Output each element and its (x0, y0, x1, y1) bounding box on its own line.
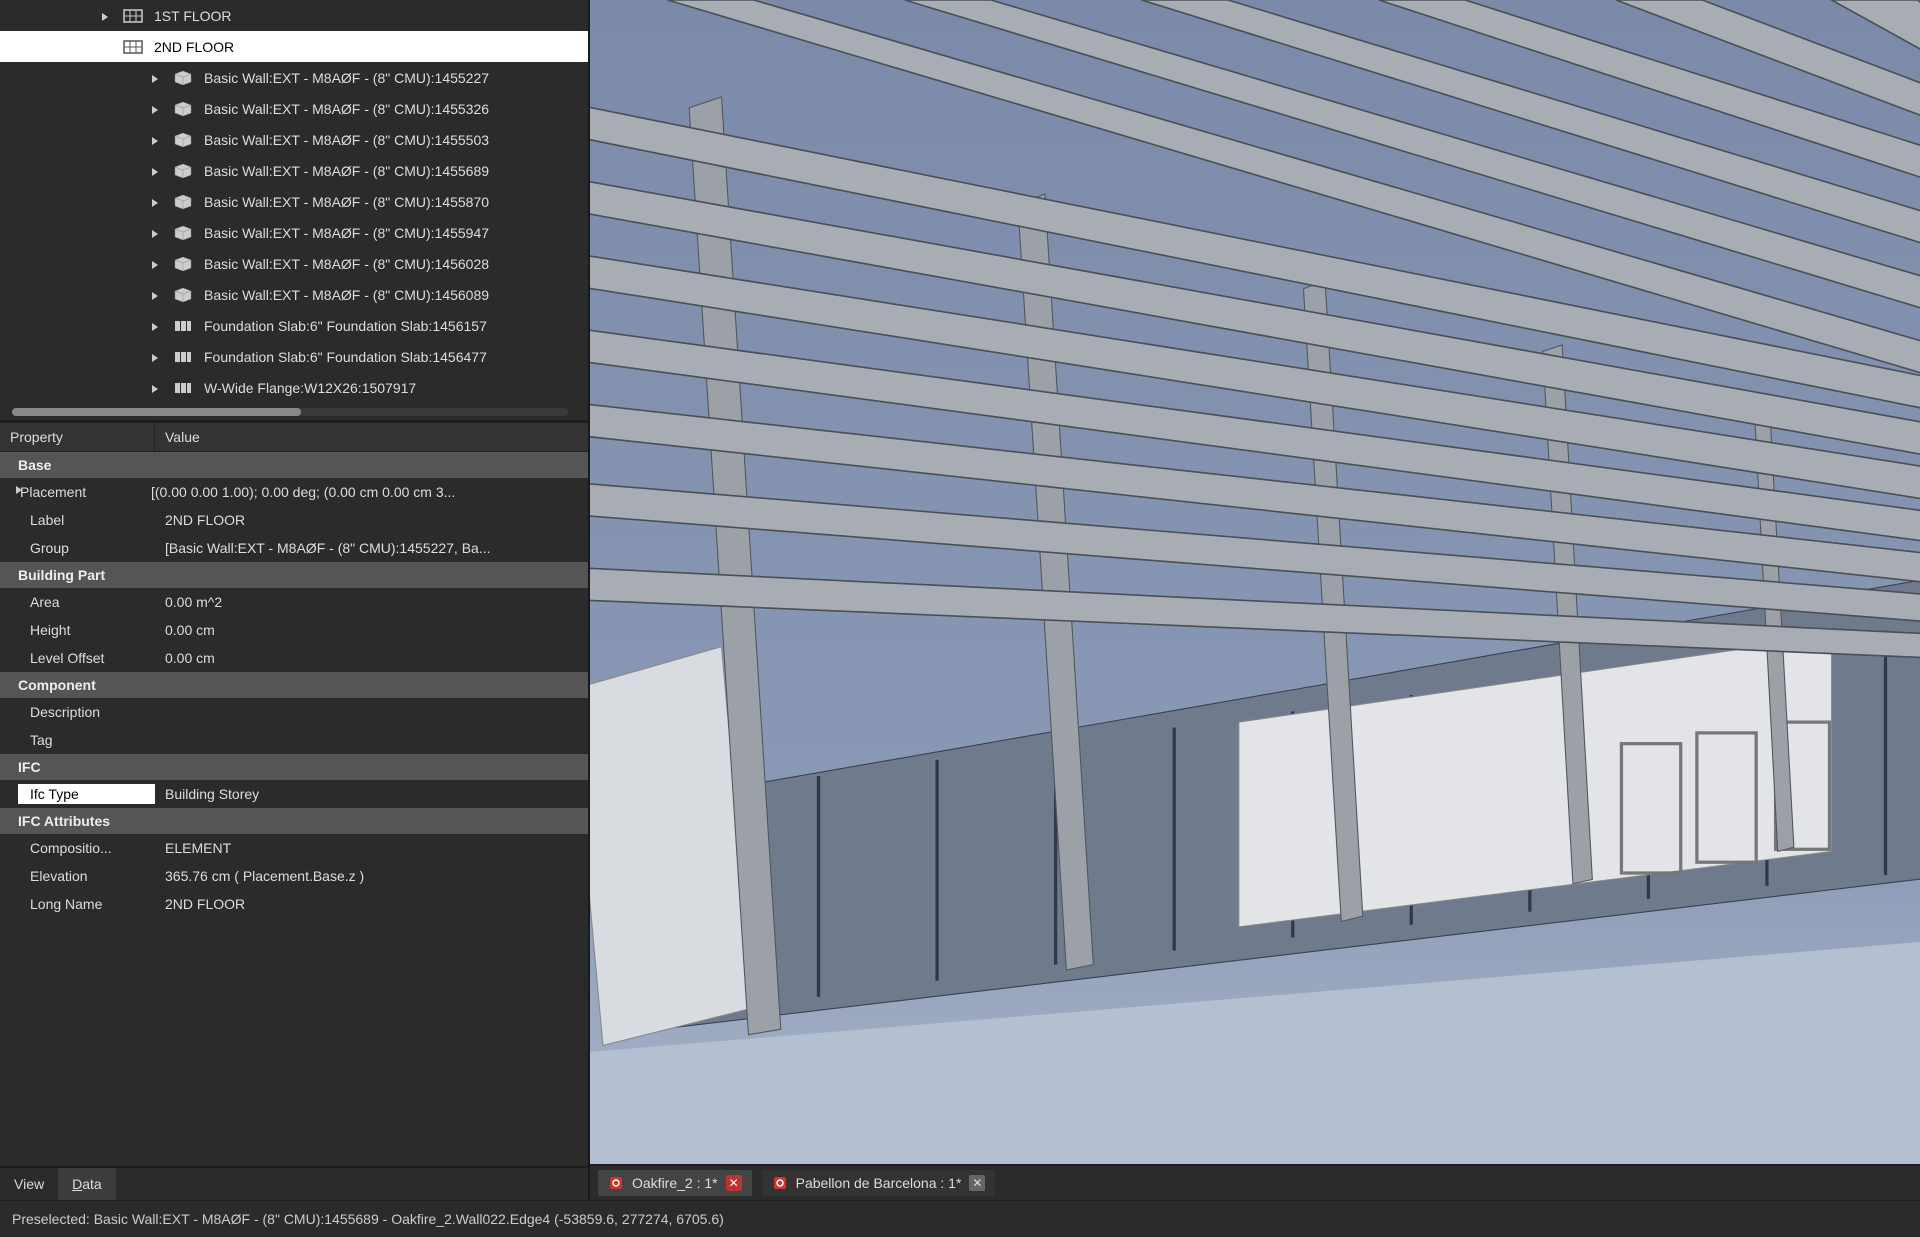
property-header: Property Value (0, 423, 588, 452)
tree-label: 2ND FLOOR (154, 39, 234, 55)
tree-label: Basic Wall:EXT - M8AØF - (8" CMU):145594… (204, 225, 489, 241)
expand-arrow-icon[interactable] (100, 40, 114, 54)
prop-level-offset[interactable]: Level Offset0.00 cm (0, 644, 588, 672)
tree-item-element[interactable]: Basic Wall:EXT - M8AØF - (8" CMU):145522… (0, 62, 588, 93)
tree-item-element[interactable]: Basic Wall:EXT - M8AØF - (8" CMU):145594… (0, 217, 588, 248)
wall-icon (172, 255, 194, 273)
tree-label: Basic Wall:EXT - M8AØF - (8" CMU):145568… (204, 163, 489, 179)
tree-label: Basic Wall:EXT - M8AØF - (8" CMU):145550… (204, 132, 489, 148)
tree-item-element[interactable]: Foundation Slab:6" Foundation Slab:14564… (0, 341, 588, 372)
expand-arrow-icon[interactable] (150, 257, 164, 271)
panel-tabs: View Data (0, 1166, 588, 1200)
tree-item-element[interactable]: Basic Wall:EXT - M8AØF - (8" CMU):145568… (0, 155, 588, 186)
tree-item-element[interactable]: Foundation Slab:6" Foundation Slab:14561… (0, 310, 588, 341)
wall-icon (172, 100, 194, 118)
3d-viewport[interactable] (590, 0, 1920, 1164)
prop-height[interactable]: Height0.00 cm (0, 616, 588, 644)
wall-icon (172, 131, 194, 149)
horizontal-scrollbar[interactable] (12, 408, 568, 416)
tree-label: W-Wide Flange:W12X26:1507917 (204, 380, 416, 396)
level-icon (122, 38, 144, 56)
status-bar: Preselected: Basic Wall:EXT - M8AØF - (8… (0, 1200, 1920, 1237)
tree-item-element[interactable]: Basic Wall:EXT - M8AØF - (8" CMU):145602… (0, 248, 588, 279)
tree-item-element[interactable]: Basic Wall:EXT - M8AØF - (8" CMU):145532… (0, 93, 588, 124)
prop-label[interactable]: Label2ND FLOOR (0, 506, 588, 534)
expand-arrow-icon[interactable] (150, 226, 164, 240)
wall-icon (172, 224, 194, 242)
tree-label: Foundation Slab:6" Foundation Slab:14564… (204, 349, 487, 365)
wall-icon (172, 286, 194, 304)
expand-arrow-icon[interactable] (0, 482, 14, 502)
group-building-part[interactable]: Building Part (0, 562, 588, 588)
status-text: Preselected: Basic Wall:EXT - M8AØF - (8… (12, 1211, 724, 1227)
group-component[interactable]: Component (0, 672, 588, 698)
tree-item-element[interactable]: W-Wide Flange:W12X26:1507917 (0, 372, 588, 403)
expand-arrow-icon[interactable] (150, 102, 164, 116)
document-tabs: Oakfire_2 : 1* ✕ Pabellon de Barcelona :… (590, 1164, 1920, 1200)
tab-label: Pabellon de Barcelona : 1* (796, 1175, 962, 1191)
document-tab-oakfire[interactable]: Oakfire_2 : 1* ✕ (598, 1170, 752, 1196)
tree-item-element[interactable]: Basic Wall:EXT - M8AØF - (8" CMU):145608… (0, 279, 588, 310)
tree-label: Basic Wall:EXT - M8AØF - (8" CMU):145602… (204, 256, 489, 272)
expand-arrow-icon[interactable] (150, 164, 164, 178)
prop-placement[interactable]: Placement [(0.00 0.00 1.00); 0.00 deg; (… (0, 478, 588, 506)
tree-label: 1ST FLOOR (154, 8, 232, 24)
prop-elevation[interactable]: Elevation365.76 cm ( Placement.Base.z ) (0, 862, 588, 890)
wall-icon (172, 69, 194, 87)
expand-arrow-icon[interactable] (150, 71, 164, 85)
property-column-header[interactable]: Property (0, 423, 155, 451)
prop-description[interactable]: Description (0, 698, 588, 726)
model-tree[interactable]: 1ST FLOOR 2ND FLOOR Basic Wall:EXT - M8A… (0, 0, 588, 420)
tab-label: D (72, 1176, 82, 1192)
tree-label: Basic Wall:EXT - M8AØF - (8" CMU):145587… (204, 194, 489, 210)
document-tab-pabellon[interactable]: Pabellon de Barcelona : 1* ✕ (762, 1170, 996, 1196)
prop-tag[interactable]: Tag (0, 726, 588, 754)
value-column-header[interactable]: Value (155, 423, 588, 451)
tree-item-element[interactable]: Basic Wall:EXT - M8AØF - (8" CMU):145550… (0, 124, 588, 155)
expand-arrow-icon[interactable] (150, 133, 164, 147)
tree-label: Basic Wall:EXT - M8AØF - (8" CMU):145532… (204, 101, 489, 117)
tree-item-2nd-floor[interactable]: 2ND FLOOR (0, 31, 588, 62)
slab-icon (172, 317, 194, 335)
level-icon (122, 7, 144, 25)
tree-item-element[interactable]: Basic Wall:EXT - M8AØF - (8" CMU):145587… (0, 186, 588, 217)
close-icon[interactable]: ✕ (726, 1175, 742, 1191)
tab-data[interactable]: Data (58, 1168, 116, 1200)
wall-icon (172, 193, 194, 211)
prop-area[interactable]: Area0.00 m^2 (0, 588, 588, 616)
prop-ifc-type[interactable]: Ifc TypeBuilding Storey (0, 780, 588, 808)
group-base[interactable]: Base (0, 452, 588, 478)
tree-label: Basic Wall:EXT - M8AØF - (8" CMU):145608… (204, 287, 489, 303)
wall-icon (172, 162, 194, 180)
document-icon (772, 1175, 788, 1191)
tab-view[interactable]: View (0, 1168, 58, 1200)
document-icon (608, 1175, 624, 1191)
expand-arrow-icon[interactable] (150, 288, 164, 302)
group-ifc-attributes[interactable]: IFC Attributes (0, 808, 588, 834)
expand-arrow-icon[interactable] (150, 195, 164, 209)
beam-icon (172, 379, 194, 397)
tree-label: Foundation Slab:6" Foundation Slab:14561… (204, 318, 487, 334)
close-icon[interactable]: ✕ (969, 1175, 985, 1191)
prop-composition[interactable]: Compositio...ELEMENT (0, 834, 588, 862)
prop-long-name[interactable]: Long Name2ND FLOOR (0, 890, 588, 918)
tree-label: Basic Wall:EXT - M8AØF - (8" CMU):145522… (204, 70, 489, 86)
tab-label: Oakfire_2 : 1* (632, 1175, 718, 1191)
left-panel: 1ST FLOOR 2ND FLOOR Basic Wall:EXT - M8A… (0, 0, 590, 1200)
tree-item-1st-floor[interactable]: 1ST FLOOR (0, 0, 588, 31)
expand-arrow-icon[interactable] (100, 9, 114, 23)
group-ifc[interactable]: IFC (0, 754, 588, 780)
property-panel: Property Value Base Placement [(0.00 0.0… (0, 420, 588, 1166)
slab-icon (172, 348, 194, 366)
prop-group[interactable]: Group[Basic Wall:EXT - M8AØF - (8" CMU):… (0, 534, 588, 562)
expand-arrow-icon[interactable] (150, 319, 164, 333)
expand-arrow-icon[interactable] (150, 381, 164, 395)
expand-arrow-icon[interactable] (150, 350, 164, 364)
